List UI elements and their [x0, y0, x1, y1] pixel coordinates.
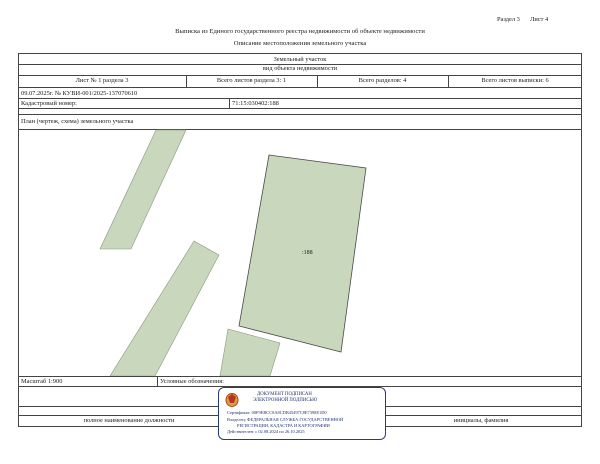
divider [18, 98, 582, 99]
signer-label: инициалы, фамилия [453, 417, 509, 424]
divider [18, 376, 582, 377]
cadastral-number-value: 71:15:030402:188 [232, 100, 279, 107]
document-subtitle: Описание местоположения земельного участ… [233, 40, 367, 47]
total-section-sheets: Всего листов раздела 3: 1 [216, 77, 287, 84]
legend-label: Условные обозначения: [160, 378, 224, 385]
position-label: полное наименование должности [83, 417, 175, 424]
plan-drawing [99, 129, 367, 376]
divider [18, 75, 582, 76]
object-kind-caption: вид объекта недвижимости [262, 65, 338, 72]
stamp-owner-line-2: РЕГИСТРАЦИИ, КАДАСТРА И КАРТОГРАФИИ [237, 423, 330, 428]
document-title: Выписка из Единого государственного реес… [175, 28, 425, 35]
record-date-number: 09.07.2025г. № КУВИ-001/2025-137070610 [21, 90, 138, 97]
stamp-validity: Действителен: с 02.08.2024 по 26.10.2025 [227, 429, 305, 434]
cadastral-number-label: Кадастровый номер: [21, 100, 77, 107]
divider [229, 98, 230, 108]
stamp-certificate: Сертификат: 00F9EBCC8A8CDB45497C8E7398E1… [227, 410, 327, 415]
divider [18, 114, 582, 115]
sheet-of-section: Лист № 1 раздела 3 [75, 77, 129, 84]
sheet-number: Лист 4 [530, 16, 549, 23]
parcel-label: :188 [302, 250, 313, 256]
divider [18, 87, 582, 88]
divider [157, 376, 158, 386]
stamp-line-2: ЭЛЕКТРОННОЙ ПОДПИСЬЮ [253, 398, 318, 403]
neighbor-parcel [109, 240, 220, 376]
emblem-icon [225, 393, 239, 407]
section-number: Раздел 3 [497, 16, 520, 23]
electronic-signature-stamp: ДОКУМЕНТ ПОДПИСАН ЭЛЕКТРОННОЙ ПОДПИСЬЮ С… [218, 387, 386, 440]
divider [18, 108, 582, 109]
total-sections: Всего разделов: 4 [358, 77, 407, 84]
plan-caption: План (чертеж, схема) земельного участка [21, 118, 134, 125]
neighbor-parcel [219, 328, 281, 376]
neighbor-parcel [99, 129, 187, 250]
scale-label: Масштаб 1:900 [21, 378, 63, 385]
stamp-owner: Владелец: ФЕДЕРАЛЬНАЯ СЛУЖБА ГОСУДАРСТВЕ… [227, 417, 344, 422]
total-extract-sheets: Всего листов выписки: 6 [481, 77, 549, 84]
object-type: Земельный участок [273, 56, 327, 63]
